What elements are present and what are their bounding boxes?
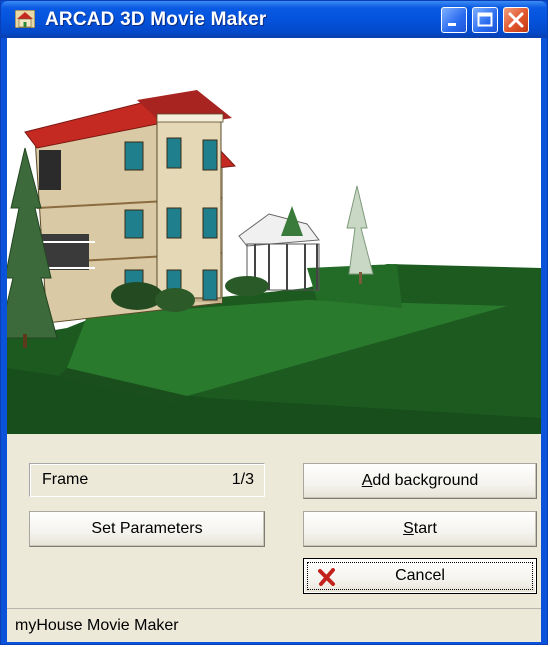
house-render-image bbox=[7, 38, 541, 434]
set-parameters-button[interactable]: Set Parameters bbox=[29, 511, 265, 547]
status-bar: myHouse Movie Maker bbox=[7, 608, 541, 642]
focus-rectangle bbox=[307, 562, 533, 590]
maximize-button[interactable] bbox=[472, 7, 498, 33]
maximize-icon bbox=[477, 12, 493, 27]
add-background-button[interactable]: Add background bbox=[303, 463, 537, 499]
minimize-button[interactable] bbox=[441, 7, 467, 33]
title-bar[interactable]: ARCAD 3D Movie Maker bbox=[1, 1, 547, 38]
status-text: myHouse Movie Maker bbox=[15, 617, 179, 634]
start-button[interactable]: Start bbox=[303, 511, 537, 547]
set-parameters-label: Set Parameters bbox=[91, 520, 203, 537]
cancel-x-icon bbox=[318, 568, 335, 586]
start-label: tart bbox=[413, 520, 437, 537]
client-area: Frame 1/3 Set Parameters Add background … bbox=[7, 38, 541, 642]
add-background-label: dd background bbox=[372, 472, 479, 489]
frame-value: 1/3 bbox=[231, 471, 254, 488]
3d-preview-viewport[interactable] bbox=[7, 38, 541, 434]
frame-label: Frame bbox=[42, 471, 89, 488]
cancel-button[interactable]: Cancel bbox=[303, 558, 537, 594]
window-title: ARCAD 3D Movie Maker bbox=[45, 9, 267, 30]
minimize-icon bbox=[448, 23, 456, 26]
add-background-mnemonic: A bbox=[361, 472, 373, 489]
movie-maker-window: ARCAD 3D Movie Maker Frame 1/3 Set Param… bbox=[0, 0, 548, 645]
controls-panel: Frame 1/3 Set Parameters Add background … bbox=[7, 434, 541, 604]
house-icon bbox=[15, 10, 35, 28]
frame-counter: Frame 1/3 bbox=[29, 463, 265, 497]
start-mnemonic: S bbox=[403, 520, 414, 537]
close-button[interactable] bbox=[503, 7, 529, 33]
close-icon bbox=[508, 12, 524, 28]
